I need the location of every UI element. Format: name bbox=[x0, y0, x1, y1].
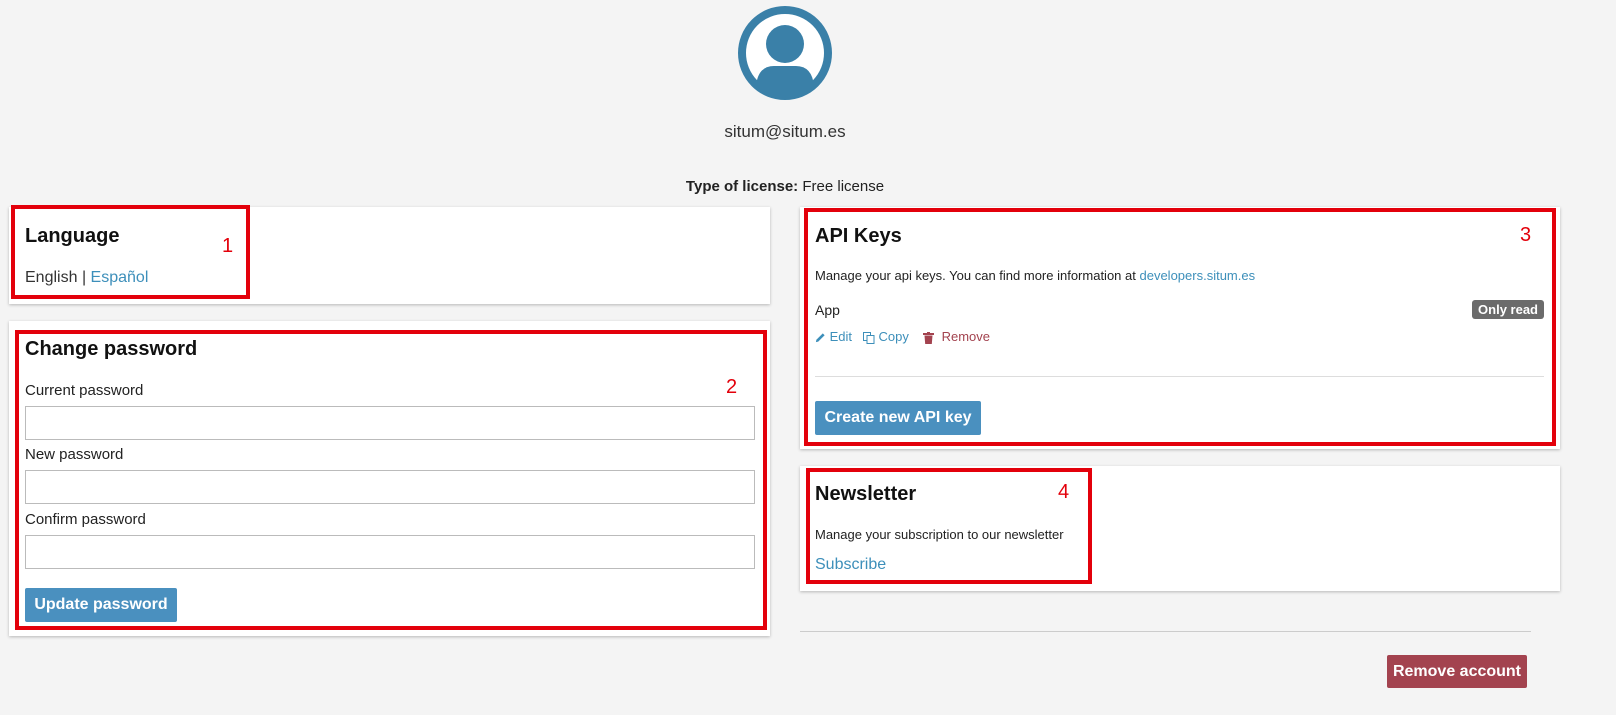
license-value: Free license bbox=[802, 178, 885, 195]
annotation-box-api-keys bbox=[804, 208, 1556, 446]
annotation-number-2: 2 bbox=[726, 376, 738, 398]
user-avatar-icon bbox=[738, 6, 832, 100]
annotation-box-newsletter bbox=[806, 468, 1092, 584]
user-email: situm@situm.es bbox=[724, 122, 846, 141]
annotation-number-1: 1 bbox=[222, 235, 234, 257]
annotation-number-4: 4 bbox=[1058, 481, 1070, 503]
annotation-box-password bbox=[15, 330, 767, 630]
account-divider bbox=[800, 631, 1531, 632]
avatar bbox=[738, 6, 832, 100]
annotation-box-language bbox=[11, 205, 250, 299]
license-label: Type of license: bbox=[685, 178, 799, 195]
annotation-number-3: 3 bbox=[1520, 224, 1532, 246]
license-info: Type of license: Free license bbox=[0, 178, 1570, 195]
remove-account-button[interactable]: Remove account bbox=[1387, 655, 1527, 688]
